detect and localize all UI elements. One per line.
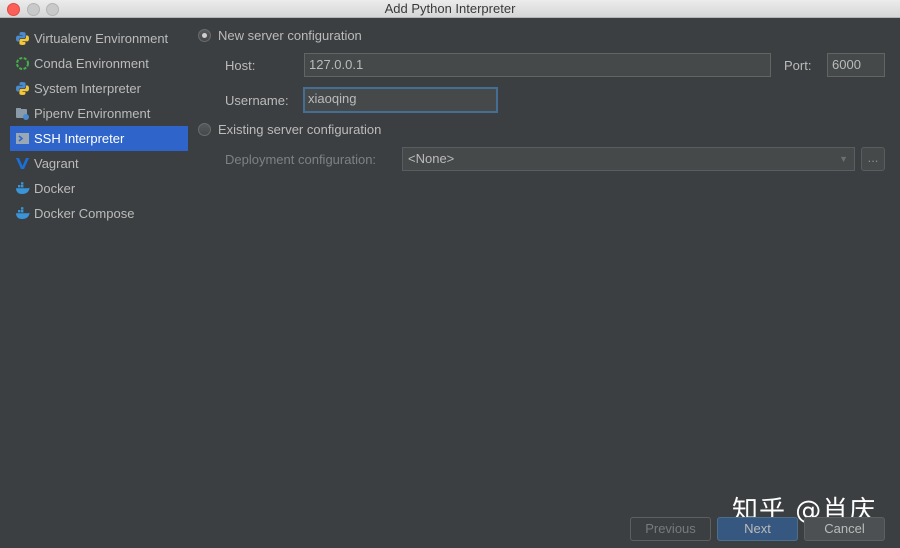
sidebar-item-conda[interactable]: Conda Environment (10, 51, 188, 76)
port-input[interactable]: 6000 (827, 53, 885, 77)
docker-icon (16, 182, 30, 194)
pipenv-icon (16, 108, 29, 120)
host-input[interactable]: 127.0.0.1 (304, 53, 771, 77)
cancel-button[interactable]: Cancel (804, 517, 885, 541)
sidebar-item-label: SSH Interpreter (34, 131, 125, 146)
sidebar-item-label: Virtualenv Environment (34, 31, 169, 46)
radio-selected-dot (202, 33, 207, 38)
previous-button[interactable]: Previous (630, 517, 711, 541)
interpreter-type-list: Virtualenv Environment Conda Environment… (10, 26, 188, 226)
title-bar: Add Python Interpreter (0, 0, 900, 18)
browse-deployment-button[interactable]: ... (861, 147, 885, 171)
window-title: Add Python Interpreter (384, 1, 516, 16)
sidebar-item-pipenv[interactable]: Pipenv Environment (10, 101, 188, 126)
docker-icon (16, 207, 30, 219)
sidebar-item-ssh-interpreter[interactable]: SSH Interpreter (10, 126, 188, 151)
python-icon (16, 32, 29, 45)
sidebar-item-label: Vagrant (34, 156, 79, 171)
sidebar-item-system-interpreter[interactable]: System Interpreter (10, 76, 188, 101)
port-label: Port: (784, 58, 812, 73)
sidebar-item-label: Pipenv Environment (34, 106, 151, 121)
terminal-icon (16, 133, 29, 144)
next-button[interactable]: Next (717, 517, 798, 541)
existing-server-label[interactable]: Existing server configuration (218, 122, 381, 137)
deployment-configuration-select[interactable]: <None> ▼ (402, 147, 855, 171)
sidebar-item-docker[interactable]: Docker (10, 176, 188, 201)
username-input[interactable]: xiaoqing (303, 87, 498, 113)
existing-server-radio[interactable] (198, 123, 211, 136)
deployment-configuration-label: Deployment configuration: (225, 152, 377, 167)
sidebar-item-label: System Interpreter (34, 81, 141, 96)
vagrant-icon (16, 158, 29, 169)
deployment-configuration-value: <None> (408, 151, 455, 166)
host-label: Host: (225, 58, 256, 73)
python-icon (16, 82, 29, 95)
conda-icon (16, 57, 29, 70)
chevron-down-icon: ▼ (839, 154, 848, 164)
username-label: Username: (225, 93, 289, 108)
sidebar-item-vagrant[interactable]: Vagrant (10, 151, 188, 176)
new-server-radio[interactable] (198, 29, 211, 42)
sidebar-item-virtualenv[interactable]: Virtualenv Environment (10, 26, 188, 51)
new-server-label[interactable]: New server configuration (218, 28, 362, 43)
sidebar-item-label: Docker (34, 181, 76, 196)
sidebar-item-label: Conda Environment (34, 56, 149, 71)
sidebar-item-docker-compose[interactable]: Docker Compose (10, 201, 188, 226)
sidebar-item-label: Docker Compose (34, 206, 135, 221)
